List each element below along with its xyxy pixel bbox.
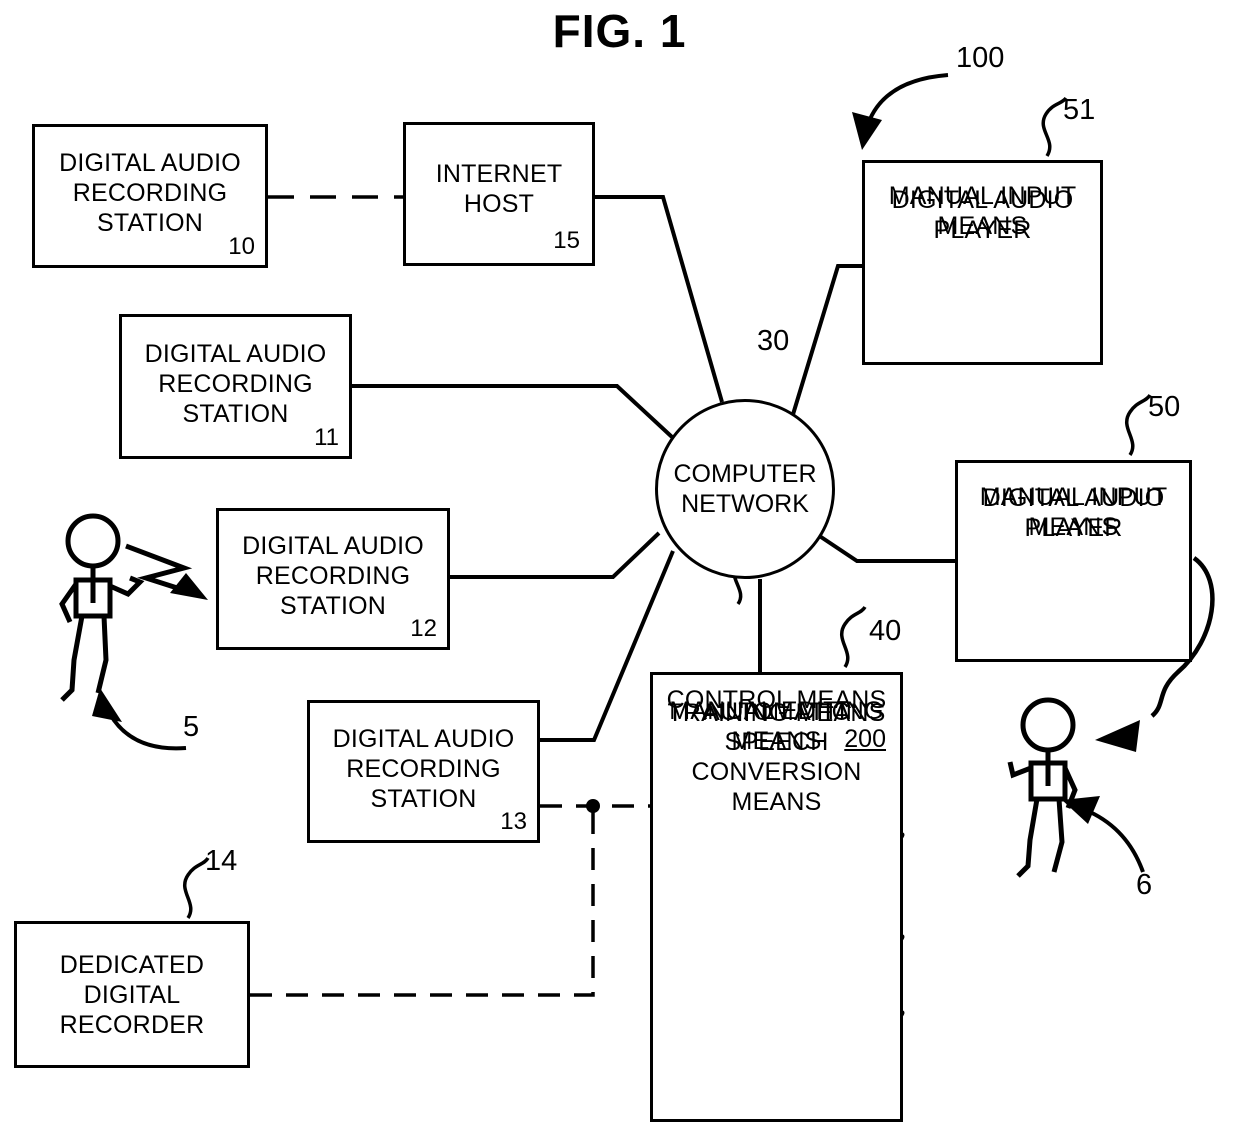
ref-label-30: 30 [757,325,790,357]
section-manual-input-means-51[interactable]: MANUAL INPUT MEANS [865,163,1100,259]
box-label-station11: DIGITAL AUDIO RECORDING STATION [144,339,327,428]
box-speech-conversion-unit-40[interactable]: AUTOMATIC SPEECH CONVERSION MEANS MANUAL… [650,672,903,1122]
section-label-player51-manual-input: MANUAL INPUT MEANS [888,182,1077,240]
patent-figure-1: FIG. 1 100 51 50 30 40 14 5 6 DIGITAL AU… [0,0,1239,1141]
box-label-station13: DIGITAL AUDIO RECORDING STATION [332,724,515,813]
box-digital-audio-recording-station-10[interactable]: DIGITAL AUDIO RECORDING STATION 10 [32,124,268,268]
node-computer-network-30[interactable]: COMPUTER NETWORK [655,399,835,579]
link-internet-host-network [595,195,724,403]
link-network-player50 [813,531,955,563]
junction-dot [586,799,600,813]
section-control-means[interactable]: CONTROL MEANS 200 [653,675,900,777]
ref-label-50: 50 [1148,391,1181,423]
box-digital-audio-player-50[interactable]: DIGITAL AUDIO PLAYER MANUAL INPUT MEANS [955,460,1192,662]
box-ref-station12: 12 [410,615,437,642]
section-manual-input-means-50[interactable]: MANUAL INPUT MEANS [958,463,1189,560]
box-label-internet-host: INTERNET HOST [435,160,563,218]
box-label-station10: DIGITAL AUDIO RECORDING STATION [59,149,241,237]
leader-100 [866,73,949,125]
box-label-station12: DIGITAL AUDIO RECORDING STATION [242,532,424,620]
leader-50 [1125,393,1152,456]
leader-40 [840,605,867,668]
arrowhead-to-person6 [1095,720,1140,752]
section-label-control-means: CONTROL MEANS [666,686,887,714]
box-digital-audio-recording-station-12[interactable]: DIGITAL AUDIO RECORDING STATION 12 [216,508,450,650]
arrowhead-speech-5 [170,573,208,600]
box-ref-station10: 10 [228,233,255,260]
ref-label-14: 14 [205,845,238,877]
box-dedicated-digital-recorder-14[interactable]: DEDICATED DIGITAL RECORDER [14,921,250,1068]
box-digital-audio-recording-station-13[interactable]: DIGITAL AUDIO RECORDING STATION 13 [307,700,540,843]
ref-label-6: 6 [1136,869,1153,901]
ref-label-5: 5 [183,711,200,743]
section-label-player50-manual-input: MANUAL INPUT MEANS [979,482,1168,541]
ref-label-100: 100 [956,42,1005,74]
link-station11-network [352,384,674,439]
arrowhead-100 [852,112,882,150]
node-label-computer-network: COMPUTER NETWORK [673,460,817,518]
link-network-player51 [789,264,862,422]
section-ref-control-means-200: 200 [844,725,886,753]
box-ref-station11: 11 [314,424,339,451]
box-label-dedicated-recorder: DEDICATED DIGITAL RECORDER [59,950,205,1039]
box-digital-audio-player-51[interactable]: DIGITAL AUDIO PLAYER MANUAL INPUT MEANS [862,160,1103,365]
box-ref-internet-host: 15 [553,227,580,254]
box-internet-host-15[interactable]: INTERNET HOST 15 [403,122,595,266]
box-ref-station13: 13 [500,808,527,835]
ref-label-40: 40 [869,615,902,647]
link-station12-network [450,531,661,579]
ref-label-51: 51 [1063,94,1096,126]
box-digital-audio-recording-station-11[interactable]: DIGITAL AUDIO RECORDING STATION 11 [119,314,352,459]
